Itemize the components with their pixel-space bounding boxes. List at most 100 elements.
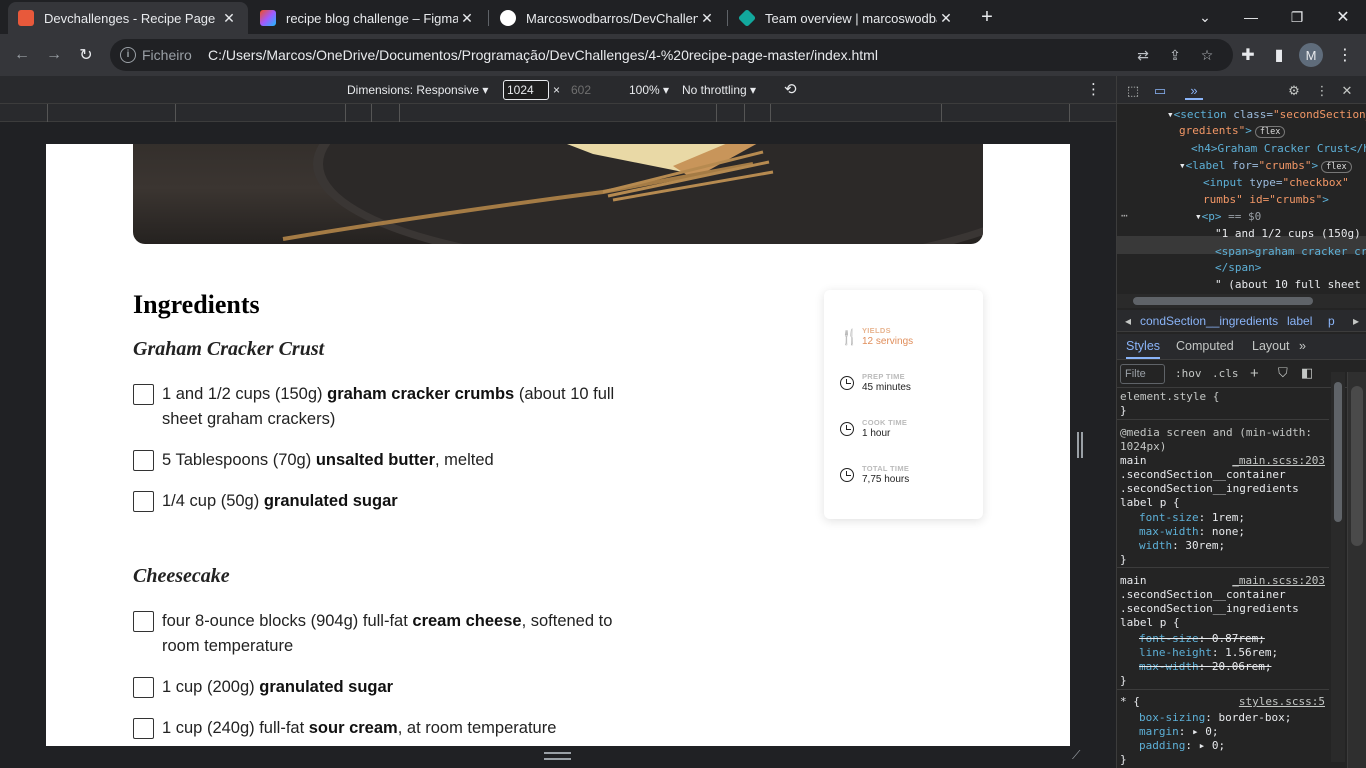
restore-button[interactable]: ❐ <box>1282 4 1312 30</box>
profile-avatar[interactable]: M <box>1299 43 1323 67</box>
dom-node-section-cont[interactable]: gredients"> flex <box>1179 124 1286 138</box>
toggle-sidebar-icon[interactable]: ◧ <box>1301 365 1313 381</box>
height-input[interactable]: 602 <box>571 83 591 97</box>
dom-node-p-selected[interactable]: ▾<p> == $0 <box>1195 210 1261 223</box>
viewport-resize-handle-right[interactable] <box>1077 432 1083 458</box>
width-input[interactable]: 1024 <box>503 80 549 100</box>
css-property-overridden[interactable]: max-width: 20.06rem; <box>1139 660 1271 673</box>
inspect-element-icon[interactable]: ⬚ <box>1124 82 1142 100</box>
styles-scrollbar[interactable] <box>1331 372 1345 762</box>
ingredient-item[interactable]: four 8-ounce blocks (904g) full-fat crea… <box>133 611 653 659</box>
tab-search-chevron-icon[interactable]: ⌄ <box>1190 4 1220 30</box>
tab-devchallenges[interactable]: Devchallenges - Recipe Page ✕ <box>8 2 248 34</box>
more-tabs-chevron-icon[interactable]: » <box>1299 339 1306 353</box>
dom-node-section[interactable]: ▾<section class="secondSection__in <box>1167 108 1366 121</box>
tab-styles[interactable]: Styles <box>1126 339 1161 359</box>
close-tab-icon[interactable]: ✕ <box>220 10 238 27</box>
styles-filter-input[interactable]: Filte <box>1120 364 1165 384</box>
close-tab-icon[interactable]: ✕ <box>458 10 476 27</box>
close-tab-icon[interactable]: ✕ <box>937 10 955 27</box>
close-tab-icon[interactable]: ✕ <box>698 10 716 27</box>
device-options-kebab-icon[interactable]: ⋮ <box>1086 80 1101 98</box>
close-window-button[interactable]: ✕ <box>1328 4 1358 30</box>
new-tab-button[interactable]: + <box>972 4 1002 30</box>
ingredient-checkbox[interactable] <box>133 677 154 698</box>
device-toolbar-toggle-icon[interactable]: ▭ <box>1151 82 1169 100</box>
source-link[interactable]: styles.scss:5 <box>1239 695 1325 708</box>
rule-selector[interactable]: .secondSection__ingredients <box>1120 482 1299 495</box>
ingredient-checkbox[interactable] <box>133 491 154 512</box>
dom-text-node[interactable]: " (about 10 full sheet <box>1215 278 1361 291</box>
throttling-dropdown[interactable]: No throttling ▾ <box>682 83 756 97</box>
rule-selector[interactable]: main <box>1120 574 1147 587</box>
rule-selector[interactable]: label p { <box>1120 496 1180 509</box>
ingredient-item[interactable]: 1 cup (240g) full-fat sour cream, at roo… <box>133 718 653 741</box>
ingredient-item[interactable]: 1/4 cup (50g) granulated sugar <box>133 491 653 514</box>
ingredient-checkbox[interactable] <box>133 718 154 739</box>
dom-node-h4[interactable]: <h4>Graham Cracker Crust</h4> <box>1191 142 1366 155</box>
css-property[interactable]: width: 30rem; <box>1139 539 1225 552</box>
share-icon[interactable]: ⇪ <box>1164 44 1186 66</box>
back-arrow-icon[interactable]: ← <box>9 42 35 68</box>
url-text[interactable]: C:/Users/Marcos/OneDrive/Documentos/Prog… <box>208 47 878 63</box>
ingredient-checkbox[interactable] <box>133 450 154 471</box>
address-bar[interactable]: i Ficheiro C:/Users/Marcos/OneDrive/Docu… <box>110 39 1233 71</box>
minimize-button[interactable]: — <box>1236 4 1266 30</box>
ingredient-item[interactable]: 5 Tablespoons (70g) unsalted butter, mel… <box>133 450 653 473</box>
breadcrumb-right-arrow-icon[interactable]: ▸ <box>1353 314 1359 328</box>
rule-selector[interactable]: main <box>1120 454 1147 467</box>
css-property[interactable]: padding: ▸ 0; <box>1139 739 1225 752</box>
tab-figma[interactable]: recipe blog challenge – Figma ✕ <box>250 2 486 34</box>
rule-selector[interactable]: element.style { <box>1120 390 1219 403</box>
dom-horizontal-scrollbar[interactable] <box>1117 294 1366 308</box>
side-panel-icon[interactable]: ▮ <box>1266 42 1292 68</box>
css-property[interactable]: max-width: none; <box>1139 525 1245 538</box>
rule-selector[interactable]: .secondSection__ingredients <box>1120 602 1299 615</box>
rotate-icon[interactable]: ⟲ <box>784 80 797 98</box>
rule-selector[interactable]: .secondSection__container <box>1120 588 1286 601</box>
reload-icon[interactable]: ↻ <box>73 42 99 68</box>
ingredient-checkbox[interactable] <box>133 384 154 405</box>
new-style-rule-icon[interactable]: + <box>1250 365 1259 382</box>
devtools-kebab-icon[interactable]: ⋮ <box>1313 82 1331 100</box>
css-property[interactable]: font-size: 1rem; <box>1139 511 1245 524</box>
ingredient-checkbox[interactable] <box>133 611 154 632</box>
dom-node-input[interactable]: <input type="checkbox" <box>1203 176 1349 189</box>
breadcrumb-left-arrow-icon[interactable]: ◂ <box>1125 314 1131 328</box>
css-property[interactable]: line-height: 1.56rem; <box>1139 646 1278 659</box>
settings-gear-icon[interactable]: ⚙ <box>1285 82 1303 100</box>
translate-icon[interactable]: ⇄ <box>1132 44 1154 66</box>
dom-text-node[interactable]: "1 and 1/2 cups (150g) " <box>1215 227 1366 240</box>
close-devtools-icon[interactable]: ✕ <box>1338 82 1356 100</box>
tab-github[interactable]: Marcoswodbarros/DevChallenges ✕ <box>490 2 726 34</box>
tab-team-overview[interactable]: Team overview | marcoswodbarros ✕ <box>729 2 965 34</box>
corner-resize-icon[interactable]: ⟋ <box>1072 748 1086 762</box>
elements-tree[interactable]: ▾<section class="secondSection__in gredi… <box>1117 104 1366 294</box>
bookmark-star-icon[interactable]: ☆ <box>1196 44 1218 66</box>
site-info-icon[interactable]: i <box>120 47 136 63</box>
forward-arrow-icon[interactable]: → <box>41 42 67 68</box>
css-property[interactable]: box-sizing: border-box; <box>1139 711 1291 724</box>
source-link[interactable]: _main.scss:203 <box>1232 454 1325 467</box>
rule-selector[interactable]: * { <box>1120 695 1140 708</box>
class-toggle[interactable]: .cls <box>1212 367 1239 380</box>
tab-computed[interactable]: Computed <box>1176 339 1234 353</box>
breadcrumb-section[interactable]: condSection__ingredients <box>1140 314 1278 328</box>
node-actions-ellipsis-icon[interactable]: ⋯ <box>1121 209 1128 222</box>
ingredient-item[interactable]: 1 and 1/2 cups (150g) graham cracker cru… <box>133 384 653 432</box>
extensions-puzzle-icon[interactable]: ✚ <box>1235 42 1261 68</box>
viewport-resize-handle-bottom[interactable] <box>544 752 571 760</box>
css-property-overridden[interactable]: font-size: 0.87rem; <box>1139 632 1265 645</box>
breadcrumb-label[interactable]: label <box>1287 314 1312 328</box>
hover-state-toggle[interactable]: :hov <box>1175 367 1202 380</box>
zoom-dropdown[interactable]: 100% ▾ <box>629 83 669 97</box>
dimensions-dropdown[interactable]: Dimensions: Responsive ▾ <box>347 83 488 97</box>
source-link[interactable]: _main.scss:203 <box>1232 574 1325 587</box>
css-property[interactable]: margin: ▸ 0; <box>1139 725 1219 738</box>
dom-node-span[interactable]: <span>graham cracker crumbs <box>1215 245 1366 258</box>
rule-selector[interactable]: label p { <box>1120 616 1180 629</box>
rule-selector[interactable]: .secondSection__container <box>1120 468 1286 481</box>
dom-node-label[interactable]: ▾<label for="crumbs"> flex <box>1179 159 1352 173</box>
dom-node-span-close[interactable]: </span> <box>1215 261 1261 274</box>
breadcrumb-p[interactable]: p <box>1328 314 1335 328</box>
